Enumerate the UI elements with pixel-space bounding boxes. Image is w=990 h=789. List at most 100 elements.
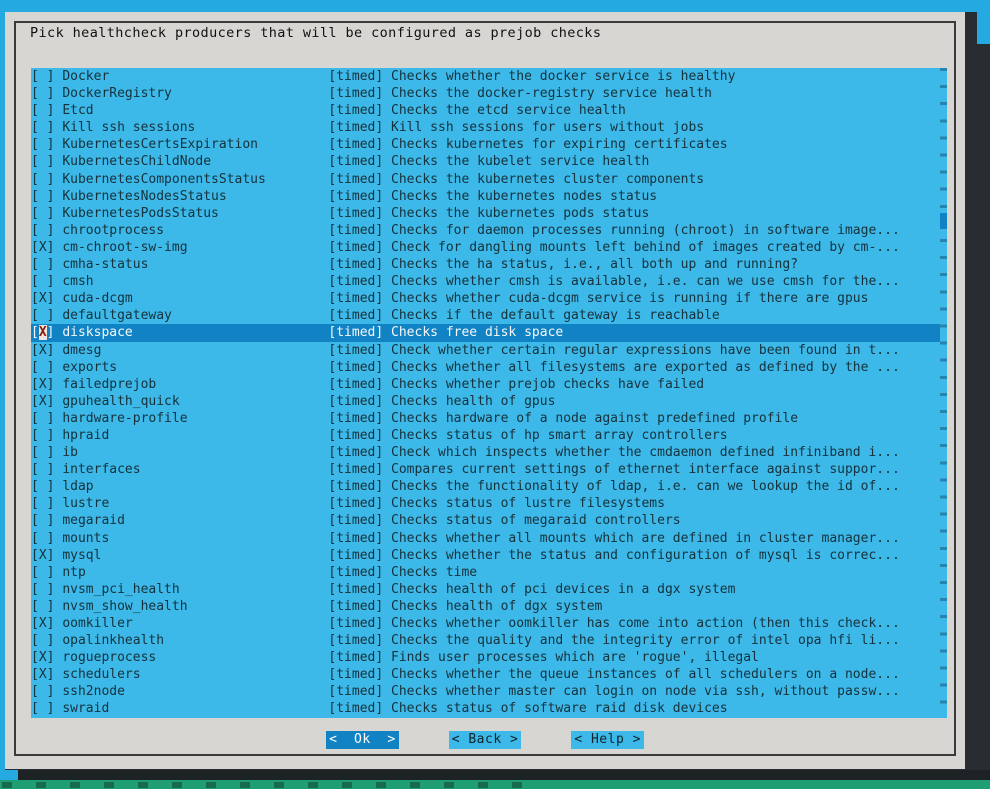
list-item[interactable]: [ ] ssh2node[timed] Checks whether maste… [31, 683, 940, 700]
checkbox[interactable]: [ ] [31, 700, 62, 717]
checkbox-cursor[interactable]: X [39, 325, 47, 340]
checkbox[interactable]: [ ] [31, 273, 62, 290]
checkbox[interactable]: [ ] [31, 136, 62, 153]
list-item[interactable]: [ ] exports[timed] Checks whether all fi… [31, 359, 940, 376]
button-row: < Ok > < Back > < Help > [5, 731, 965, 749]
checklist[interactable]: [ ] Docker[timed] Checks whether the doc… [31, 68, 947, 718]
list-item[interactable]: [ ] Kill ssh sessions[timed] Kill ssh se… [31, 119, 940, 136]
checkbox[interactable]: [ ] [31, 512, 62, 529]
list-item[interactable]: [ ] cmsh[timed] Checks whether cmsh is a… [31, 273, 940, 290]
checkbox[interactable]: [ ] [31, 598, 62, 615]
checkbox[interactable]: [X] [31, 239, 62, 256]
list-item[interactable]: [ ] ntp[timed] Checks time [31, 564, 940, 581]
list-item[interactable]: [ ] Etcd[timed] Checks the etcd service … [31, 102, 940, 119]
checkbox[interactable]: [X] [31, 666, 62, 683]
list-item[interactable]: [ ] Docker[timed] Checks whether the doc… [31, 68, 940, 85]
list-item[interactable]: [ ] defaultgateway[timed] Checks if the … [31, 307, 940, 324]
list-item[interactable]: [X] diskspace[timed] Checks free disk sp… [31, 324, 940, 341]
scrollbar-thumb[interactable] [940, 213, 947, 229]
item-description: Checks hardware of a node against predef… [391, 410, 798, 427]
item-tag: [timed] [328, 547, 391, 564]
checkbox[interactable]: [ ] [31, 222, 62, 239]
status-bar-cropped-text [2, 782, 522, 788]
list-item[interactable]: [ ] ldap[timed] Checks the functionality… [31, 478, 940, 495]
checkbox[interactable]: [ ] [31, 119, 62, 136]
list-item[interactable]: [ ] hpraid[timed] Checks status of hp sm… [31, 427, 940, 444]
item-name: diskspace [62, 324, 328, 341]
list-item[interactable]: [X] schedulers[timed] Checks whether the… [31, 666, 940, 683]
list-item[interactable]: [X] oomkiller[timed] Checks whether oomk… [31, 615, 940, 632]
item-tag: [timed] [328, 359, 391, 376]
checkbox[interactable]: [ ] [31, 444, 62, 461]
item-name: nvsm_pci_health [62, 581, 328, 598]
checkbox[interactable]: [ ] [31, 68, 62, 85]
list-item[interactable]: [ ] megaraid[timed] Checks status of meg… [31, 512, 940, 529]
list-item[interactable]: [ ] KubernetesChildNode[timed] Checks th… [31, 153, 940, 170]
list-item[interactable]: [ ] lustre[timed] Checks status of lustr… [31, 495, 940, 512]
checkbox[interactable]: [X] [31, 393, 62, 410]
checkbox[interactable]: [X] [31, 547, 62, 564]
scrollbar[interactable] [940, 68, 947, 718]
list-item[interactable]: [X] cuda-dcgm[timed] Checks whether cuda… [31, 290, 940, 307]
item-tag: [timed] [328, 102, 391, 119]
checkbox[interactable]: [X] [31, 290, 62, 307]
checkbox[interactable]: [ ] [31, 171, 62, 188]
list-item[interactable]: [ ] nvsm_show_health[timed] Checks healt… [31, 598, 940, 615]
list-item[interactable]: [ ] KubernetesPodsStatus[timed] Checks t… [31, 205, 940, 222]
checkbox[interactable]: [X] [31, 615, 62, 632]
list-item[interactable]: [ ] cmha-status[timed] Checks the ha sta… [31, 256, 940, 273]
list-item[interactable]: [X] mysql[timed] Checks whether the stat… [31, 547, 940, 564]
checkbox[interactable]: [ ] [31, 495, 62, 512]
checkbox[interactable]: [ ] [31, 188, 62, 205]
list-item[interactable]: [ ] opalinkhealth[timed] Checks the qual… [31, 632, 940, 649]
checkbox[interactable]: [ ] [31, 102, 62, 119]
item-tag: [timed] [328, 171, 391, 188]
checkbox[interactable]: [ ] [31, 256, 62, 273]
item-tag: [timed] [328, 205, 391, 222]
checkbox[interactable]: [ ] [31, 581, 62, 598]
checkbox[interactable]: [ ] [31, 564, 62, 581]
item-name: exports [62, 359, 328, 376]
checkbox[interactable]: [ ] [31, 530, 62, 547]
checkbox[interactable]: [X] [31, 649, 62, 666]
list-item[interactable]: [ ] nvsm_pci_health[timed] Checks health… [31, 581, 940, 598]
checkbox[interactable]: [ ] [31, 632, 62, 649]
list-item[interactable]: [X] failedprejob[timed] Checks whether p… [31, 376, 940, 393]
list-item[interactable]: [ ] KubernetesNodesStatus[timed] Checks … [31, 188, 940, 205]
checkbox[interactable]: [ ] [31, 478, 62, 495]
checkbox[interactable]: [ ] [31, 683, 62, 700]
checkbox[interactable]: [ ] [31, 307, 62, 324]
list-item[interactable]: [ ] DockerRegistry[timed] Checks the doc… [31, 85, 940, 102]
checkbox[interactable]: [X] [31, 324, 62, 341]
item-description: Check whether certain regular expression… [391, 342, 900, 359]
list-item[interactable]: [ ] KubernetesComponentsStatus[timed] Ch… [31, 171, 940, 188]
list-item[interactable]: [ ] interfaces[timed] Compares current s… [31, 461, 940, 478]
list-item[interactable]: [X] cm-chroot-sw-img[timed] Check for da… [31, 239, 940, 256]
checkbox[interactable]: [X] [31, 342, 62, 359]
list-item[interactable]: [ ] ib[timed] Check which inspects wheth… [31, 444, 940, 461]
checkbox[interactable]: [ ] [31, 427, 62, 444]
help-button[interactable]: < Help > [571, 731, 644, 749]
back-button[interactable]: < Back > [449, 731, 522, 749]
list-item[interactable]: [ ] swraid[timed] Checks status of softw… [31, 700, 940, 717]
item-tag: [timed] [328, 581, 391, 598]
list-item[interactable]: [ ] mounts[timed] Checks whether all mou… [31, 530, 940, 547]
item-tag: [timed] [328, 683, 391, 700]
checkbox[interactable]: [ ] [31, 85, 62, 102]
list-item[interactable]: [ ] KubernetesCertsExpiration[timed] Che… [31, 136, 940, 153]
list-item[interactable]: [X] rogueprocess[timed] Finds user proce… [31, 649, 940, 666]
checkbox[interactable]: [X] [31, 376, 62, 393]
list-item[interactable]: [X] gpuhealth_quick[timed] Checks health… [31, 393, 940, 410]
list-item[interactable]: [ ] hardware-profile[timed] Checks hardw… [31, 410, 940, 427]
item-name: cuda-dcgm [62, 290, 328, 307]
ok-button[interactable]: < Ok > [326, 731, 399, 749]
item-tag: [timed] [328, 393, 391, 410]
list-item[interactable]: [ ] chrootprocess[timed] Checks for daem… [31, 222, 940, 239]
checkbox[interactable]: [ ] [31, 153, 62, 170]
checkbox[interactable]: [ ] [31, 205, 62, 222]
checkbox[interactable]: [ ] [31, 461, 62, 478]
checkbox[interactable]: [ ] [31, 359, 62, 376]
checkbox[interactable]: [ ] [31, 410, 62, 427]
item-description: Check which inspects whether the cmdaemo… [391, 444, 900, 461]
list-item[interactable]: [X] dmesg[timed] Check whether certain r… [31, 342, 940, 359]
